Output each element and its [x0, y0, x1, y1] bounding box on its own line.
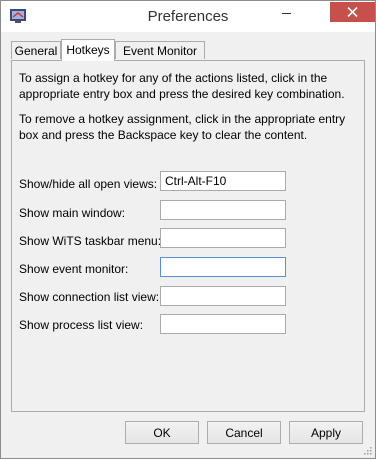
preferences-window: Preferences General Hotkeys Event Monito… [0, 0, 376, 459]
cancel-button[interactable]: Cancel [207, 421, 281, 444]
close-icon [347, 7, 358, 17]
show-hide-views-hotkey-input[interactable] [160, 171, 286, 191]
tab-event-monitor[interactable]: Event Monitor [115, 41, 205, 59]
show-taskbar-menu-hotkey-input[interactable] [160, 228, 286, 248]
minimize-button[interactable] [273, 2, 299, 22]
show-process-list-hotkey-input[interactable] [160, 314, 286, 334]
tab-hotkeys[interactable]: Hotkeys [61, 39, 115, 61]
tab-general[interactable]: General [11, 41, 61, 59]
resize-grip-icon[interactable] [362, 445, 372, 455]
show-hide-views-label: Show/hide all open views: [19, 177, 158, 191]
close-button[interactable] [330, 2, 375, 22]
show-main-window-label: Show main window: [19, 206, 126, 220]
hotkeys-panel: To assign a hotkey for any of the action… [11, 60, 365, 412]
ok-button[interactable]: OK [125, 421, 199, 444]
remove-instructions: To remove a hotkey assignment, click in … [19, 112, 346, 142]
show-taskbar-menu-label: Show WiTS taskbar menu: [19, 234, 162, 248]
assign-instructions: To assign a hotkey for any of the action… [19, 71, 345, 101]
show-event-monitor-label: Show event monitor: [19, 262, 129, 276]
show-event-monitor-hotkey-input[interactable] [160, 257, 286, 277]
show-connection-list-label: Show connection list view: [19, 290, 160, 304]
window-title: Preferences [147, 8, 229, 25]
title-bar[interactable]: Preferences [1, 1, 375, 32]
show-connection-list-hotkey-input[interactable] [160, 286, 286, 306]
show-main-window-hotkey-input[interactable] [160, 200, 286, 220]
apply-button[interactable]: Apply [289, 421, 363, 444]
show-process-list-label: Show process list view: [19, 318, 144, 332]
